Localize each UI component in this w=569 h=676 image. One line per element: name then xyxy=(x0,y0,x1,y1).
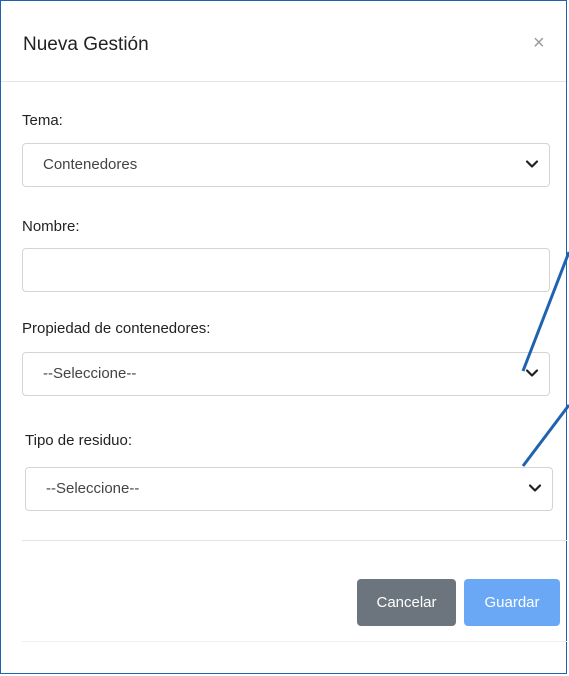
annotation-arrow-residuo xyxy=(521,404,569,467)
annotation-arrow-propiedad xyxy=(521,251,569,372)
annotation-arrows xyxy=(521,251,569,467)
